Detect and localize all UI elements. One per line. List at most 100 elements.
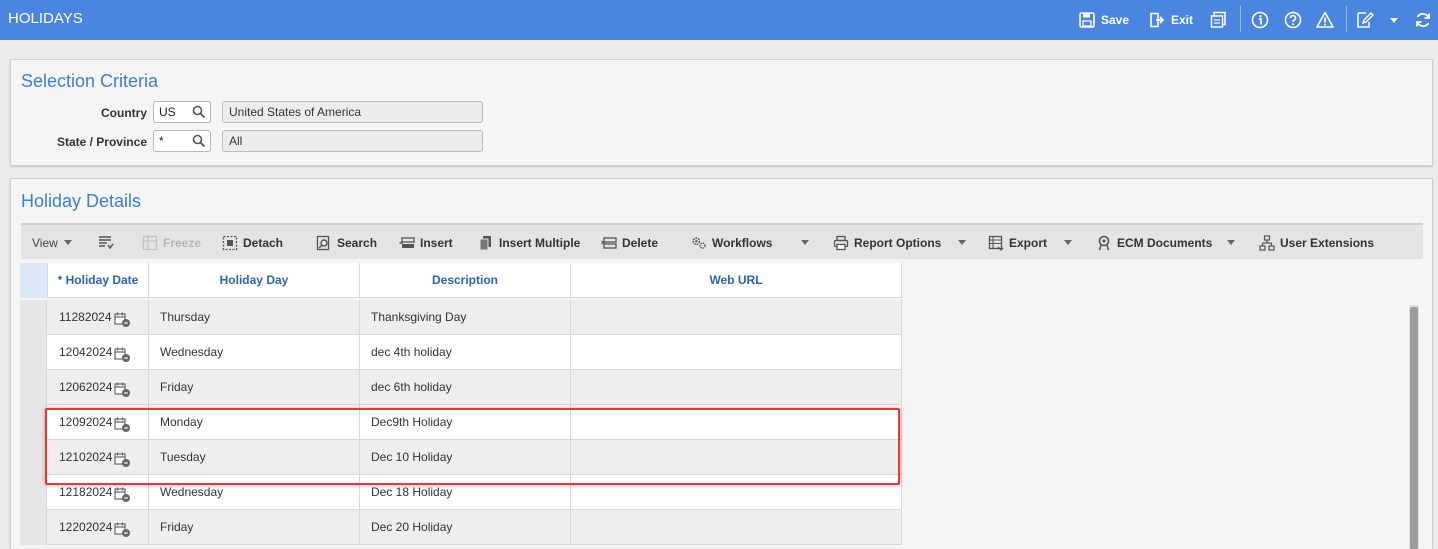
- holiday-day-cell[interactable]: Friday: [149, 370, 360, 405]
- holiday-date-cell[interactable]: 12202024: [48, 510, 149, 545]
- insert-label: Insert: [420, 236, 453, 250]
- workflows-button[interactable]: Workflows: [691, 234, 772, 252]
- holiday-date-value: 12102024: [59, 450, 113, 464]
- holiday-day-cell[interactable]: Wednesday: [149, 475, 360, 510]
- table-row[interactable]: 12062024 Friday dec 6th holiday: [20, 370, 902, 405]
- table-row[interactable]: 11282024 Thursday Thanksgiving Day: [20, 300, 902, 335]
- exit-button[interactable]: Exit: [1148, 10, 1193, 30]
- holiday-day-header[interactable]: Holiday Day: [149, 263, 360, 298]
- holiday-day-cell[interactable]: Thursday: [149, 300, 360, 335]
- holiday-date-cell[interactable]: 11282024: [48, 300, 149, 335]
- freeze-button[interactable]: Freeze: [142, 234, 201, 252]
- holiday-day-cell[interactable]: Tuesday: [149, 440, 360, 475]
- web-url-cell[interactable]: [571, 300, 902, 335]
- row-selector[interactable]: [20, 440, 47, 475]
- description-cell[interactable]: Dec9th Holiday: [360, 405, 571, 440]
- web-url-cell[interactable]: [571, 335, 902, 370]
- ecm-documents-caret-icon[interactable]: [1227, 240, 1235, 245]
- description-header[interactable]: Description: [360, 263, 571, 298]
- calendar-icon[interactable]: [114, 482, 131, 503]
- row-selector[interactable]: [20, 475, 47, 510]
- calendar-icon[interactable]: [114, 377, 131, 398]
- state-input[interactable]: *: [153, 130, 211, 152]
- row-selector[interactable]: [20, 300, 47, 335]
- calendar-icon[interactable]: [114, 447, 131, 468]
- holiday-day-cell[interactable]: Monday: [149, 405, 360, 440]
- refresh-icon: [1414, 11, 1432, 29]
- search-icon[interactable]: [192, 134, 206, 148]
- workflows-label: Workflows: [712, 236, 773, 250]
- web-url-cell[interactable]: [571, 475, 902, 510]
- detach-button[interactable]: Detach: [222, 234, 283, 252]
- web-url-cell[interactable]: [571, 370, 902, 405]
- calendar-icon[interactable]: [113, 307, 131, 328]
- exit-icon: [1148, 11, 1166, 29]
- holiday-date-cell[interactable]: 12102024: [48, 440, 149, 475]
- row-selector[interactable]: [20, 405, 47, 440]
- calendar-icon[interactable]: [114, 412, 131, 433]
- scrollbar-thumb[interactable]: [1410, 307, 1418, 549]
- user-extensions-button[interactable]: User Extensions: [1259, 234, 1374, 252]
- description-cell[interactable]: Dec 10 Holiday: [360, 440, 571, 475]
- view-caret-icon[interactable]: [64, 240, 72, 245]
- search-icon[interactable]: [192, 105, 206, 119]
- description-cell[interactable]: Dec 20 Holiday: [360, 510, 571, 545]
- holiday-day-cell[interactable]: Friday: [149, 510, 360, 545]
- info-icon: [1251, 11, 1269, 29]
- holiday-date-cell[interactable]: 12042024: [48, 335, 149, 370]
- country-input[interactable]: US: [153, 101, 211, 123]
- calendar-icon[interactable]: [114, 517, 131, 538]
- ecm-documents-button[interactable]: ECM Documents: [1096, 234, 1212, 252]
- toolbar-divider: [1346, 6, 1347, 32]
- search-button[interactable]: Search: [316, 234, 377, 252]
- report-options-caret-icon[interactable]: [958, 240, 966, 245]
- vertical-scrollbar[interactable]: [1409, 305, 1419, 549]
- delete-button[interactable]: Delete: [601, 234, 658, 252]
- description-cell[interactable]: dec 6th holiday: [360, 370, 571, 405]
- selection-criteria-title: Selection Criteria: [21, 71, 159, 91]
- freeze-icon: [142, 235, 158, 251]
- save-button[interactable]: Save: [1078, 10, 1129, 30]
- row-selector[interactable]: [20, 370, 47, 405]
- table-row[interactable]: 12042024 Wednesday dec 4th holiday: [20, 335, 902, 370]
- insert-multiple-label: Insert Multiple: [499, 236, 581, 250]
- holiday-day-cell[interactable]: Wednesday: [149, 335, 360, 370]
- description-cell[interactable]: Thanksgiving Day: [360, 300, 571, 335]
- web-url-header[interactable]: Web URL: [571, 263, 902, 298]
- export-caret-icon[interactable]: [1064, 240, 1072, 245]
- title-bar: HOLIDAYS Save Exit: [0, 0, 1438, 40]
- web-url-cell[interactable]: [571, 440, 902, 475]
- info-button[interactable]: [1251, 10, 1269, 30]
- holiday-date-cell[interactable]: 12182024: [48, 475, 149, 510]
- help-button[interactable]: [1284, 10, 1302, 30]
- report-options-button[interactable]: Report Options: [833, 234, 941, 252]
- holiday-date-cell[interactable]: 12062024: [48, 370, 149, 405]
- table-row[interactable]: 12102024 Tuesday Dec 10 Holiday: [20, 440, 902, 475]
- insert-multiple-button[interactable]: Insert Multiple: [478, 234, 580, 252]
- table-row[interactable]: 12202024 Friday Dec 20 Holiday: [20, 510, 902, 545]
- row-selector[interactable]: [20, 510, 47, 545]
- table-row[interactable]: 12092024 Monday Dec9th Holiday: [20, 405, 902, 440]
- table-row[interactable]: 12182024 Wednesday Dec 18 Holiday: [20, 475, 902, 510]
- column-settings-button[interactable]: [98, 234, 114, 252]
- alerts-button[interactable]: [1316, 10, 1334, 30]
- calendar-icon[interactable]: [114, 342, 131, 363]
- workflows-caret-icon[interactable]: [801, 240, 809, 245]
- select-all-header[interactable]: [20, 263, 48, 298]
- description-cell[interactable]: dec 4th holiday: [360, 335, 571, 370]
- edit-button[interactable]: [1356, 10, 1374, 30]
- print-button[interactable]: [1210, 10, 1228, 30]
- view-menu[interactable]: View: [32, 234, 58, 252]
- insert-button[interactable]: Insert: [399, 234, 453, 252]
- description-cell[interactable]: Dec 18 Holiday: [360, 475, 571, 510]
- search-label: Search: [337, 236, 378, 250]
- web-url-cell[interactable]: [571, 405, 902, 440]
- row-selector[interactable]: [20, 335, 47, 370]
- refresh-button[interactable]: [1414, 10, 1432, 30]
- export-label: Export: [1009, 236, 1048, 250]
- export-button[interactable]: Export: [988, 234, 1047, 252]
- edit-dropdown-button[interactable]: [1385, 10, 1403, 30]
- web-url-cell[interactable]: [571, 510, 902, 545]
- holiday-date-cell[interactable]: 12092024: [48, 405, 149, 440]
- holiday-date-header[interactable]: * Holiday Date: [48, 263, 149, 298]
